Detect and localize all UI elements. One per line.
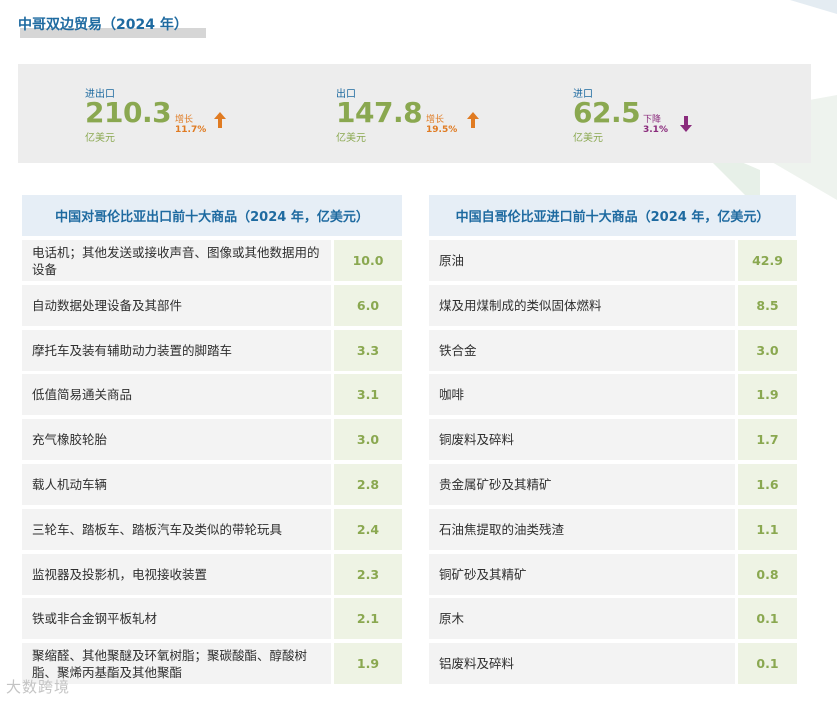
table-row: 贵金属矿砂及其精矿 1.6 — [429, 464, 797, 505]
trend-label: 下降 — [643, 115, 662, 125]
commodity-value: 2.4 — [334, 508, 402, 550]
table-row: 铁或非合金钢平板轧材 2.1 — [22, 598, 402, 640]
commodity-value: 42.9 — [738, 240, 797, 281]
table-row: 自动数据处理设备及其部件 6.0 — [22, 284, 402, 326]
arrow-up-icon — [214, 112, 226, 128]
commodity-value: 1.9 — [738, 374, 797, 416]
table-row: 铁合金 3.0 — [429, 329, 797, 371]
table-row: 咖啡 1.9 — [429, 374, 797, 416]
exports-table-title: 中国对哥伦比亚出口前十大商品（2024 年，亿美元） — [22, 195, 402, 237]
stat-value: 147.8 — [336, 96, 423, 129]
commodity-name: 自动数据处理设备及其部件 — [22, 284, 331, 326]
trend-percent: 19.5% — [426, 125, 458, 135]
watermark: 大数跨境 — [6, 678, 71, 696]
table-row: 摩托车及装有辅助动力装置的脚踏车 3.3 — [22, 329, 402, 371]
commodity-name: 咖啡 — [429, 374, 735, 416]
stat-export: 出口 147.8 亿美元 增长 19.5% — [336, 64, 536, 163]
table-row: 石油焦提取的油类残渣 1.1 — [429, 508, 797, 550]
commodity-name: 石油焦提取的油类残渣 — [429, 508, 735, 550]
commodity-value: 2.3 — [334, 553, 402, 595]
stat-import: 进口 62.5 亿美元 下降 3.1% — [573, 64, 773, 163]
commodity-name: 载人机动车辆 — [22, 464, 331, 505]
stat-unit: 亿美元 — [85, 133, 115, 144]
stat-value: 210.3 — [85, 96, 172, 129]
table-row: 载人机动车辆 2.8 — [22, 464, 402, 505]
commodity-value: 6.0 — [334, 284, 402, 326]
commodity-name: 监视器及投影机，电视接收装置 — [22, 553, 331, 595]
commodity-value: 8.5 — [738, 284, 797, 326]
stat-total: 进出口 210.3 亿美元 增长 11.7% — [85, 64, 285, 163]
commodity-value: 0.1 — [738, 598, 797, 640]
commodity-name: 铝废料及碎料 — [429, 643, 735, 685]
table-row: 原木 0.1 — [429, 598, 797, 640]
stat-unit: 亿美元 — [336, 133, 366, 144]
commodity-name: 原木 — [429, 598, 735, 640]
commodity-value: 3.0 — [738, 329, 797, 371]
table-row: 煤及用煤制成的类似固体燃料 8.5 — [429, 284, 797, 326]
page-title: 中哥双边贸易（2024 年） — [18, 17, 188, 33]
commodity-value: 0.1 — [738, 643, 797, 685]
commodity-name: 低值简易通关商品 — [22, 374, 331, 416]
stat-value: 62.5 — [573, 96, 641, 129]
trend-percent: 3.1% — [643, 125, 668, 135]
table-row: 聚缩醛、其他聚醚及环氧树脂；聚碳酸酯、醇酸树脂、聚烯丙基酯及其他聚酯 1.9 — [22, 643, 402, 685]
commodity-name: 三轮车、踏板车、踏板汽车及类似的带轮玩具 — [22, 508, 331, 550]
table-row: 铝废料及碎料 0.1 — [429, 643, 797, 685]
table-row: 低值简易通关商品 3.1 — [22, 374, 402, 416]
commodity-name: 铁合金 — [429, 329, 735, 371]
commodity-name: 充气橡胶轮胎 — [22, 419, 331, 461]
commodity-value: 1.1 — [738, 508, 797, 550]
commodity-name: 煤及用煤制成的类似固体燃料 — [429, 284, 735, 326]
trend-percent: 11.7% — [175, 125, 207, 135]
commodity-name: 铁或非合金钢平板轧材 — [22, 598, 331, 640]
commodity-value: 2.1 — [334, 598, 402, 640]
table-row: 铜废料及碎料 1.7 — [429, 419, 797, 461]
imports-table-title: 中国自哥伦比亚进口前十大商品（2024 年，亿美元） — [429, 195, 796, 237]
commodity-value: 3.3 — [334, 329, 402, 371]
commodity-name: 铜矿砂及其精矿 — [429, 553, 735, 595]
page-title-block: 中哥双边贸易（2024 年） — [18, 14, 206, 38]
table-row: 监视器及投影机，电视接收装置 2.3 — [22, 553, 402, 595]
commodity-value: 1.6 — [738, 464, 797, 505]
trade-summary-panel: 进出口 210.3 亿美元 增长 11.7% 出口 147.8 亿美元 增长 1… — [18, 64, 811, 163]
commodity-name: 铜废料及碎料 — [429, 419, 735, 461]
arrow-down-icon — [680, 116, 692, 132]
commodity-value: 10.0 — [334, 240, 402, 281]
commodity-value: 3.0 — [334, 419, 402, 461]
commodity-value: 2.8 — [334, 464, 402, 505]
commodity-name: 原油 — [429, 240, 735, 281]
commodity-value: 1.9 — [334, 643, 402, 685]
table-row: 三轮车、踏板车、踏板汽车及类似的带轮玩具 2.4 — [22, 508, 402, 550]
table-row: 原油 42.9 — [429, 240, 797, 281]
arrow-up-icon — [467, 112, 479, 128]
stat-unit: 亿美元 — [573, 133, 603, 144]
table-row: 铜矿砂及其精矿 0.8 — [429, 553, 797, 595]
trend-label: 增长 — [426, 115, 445, 125]
table-row: 电话机；其他发送或接收声音、图像或其他数据用的设备 10.0 — [22, 240, 402, 281]
trend-label: 增长 — [175, 115, 194, 125]
commodity-value: 1.7 — [738, 419, 797, 461]
commodity-name: 摩托车及装有辅助动力装置的脚踏车 — [22, 329, 331, 371]
commodity-value: 0.8 — [738, 553, 797, 595]
commodity-name: 贵金属矿砂及其精矿 — [429, 464, 735, 505]
commodity-value: 3.1 — [334, 374, 402, 416]
table-row: 充气橡胶轮胎 3.0 — [22, 419, 402, 461]
commodity-name: 电话机；其他发送或接收声音、图像或其他数据用的设备 — [22, 240, 331, 281]
